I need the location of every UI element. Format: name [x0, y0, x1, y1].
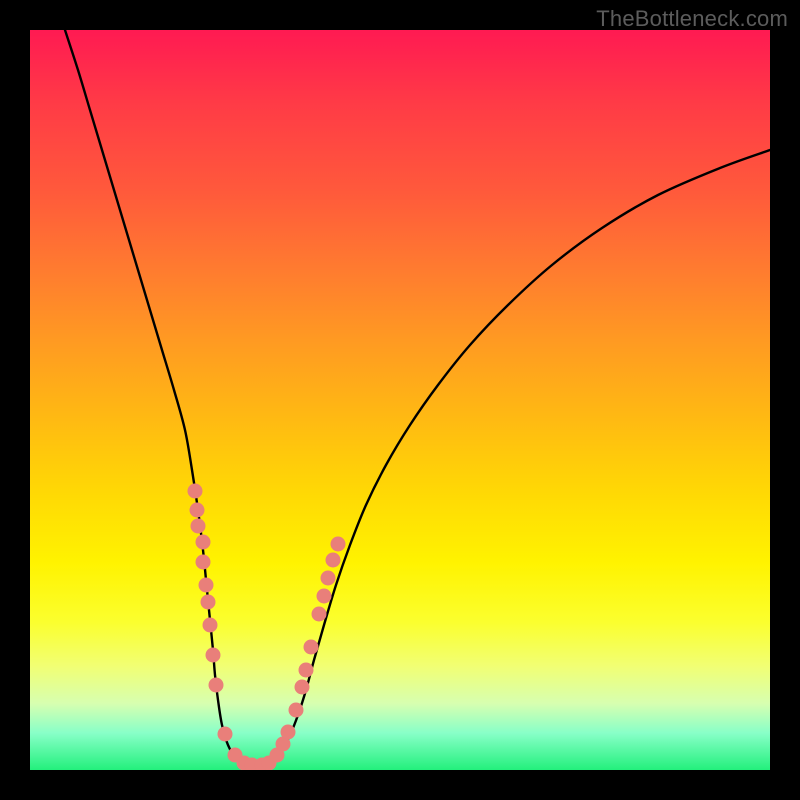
- data-dot: [312, 607, 327, 622]
- data-dot: [321, 571, 336, 586]
- data-dot: [326, 553, 341, 568]
- data-dot: [209, 678, 224, 693]
- data-dot: [191, 519, 206, 534]
- data-dot: [206, 648, 221, 663]
- chart-frame: TheBottleneck.com: [0, 0, 800, 800]
- data-dot: [196, 555, 211, 570]
- data-dot: [199, 578, 214, 593]
- data-dot: [317, 589, 332, 604]
- data-dot: [304, 640, 319, 655]
- data-dot: [299, 663, 314, 678]
- data-dot: [289, 703, 304, 718]
- curve-layer: [30, 30, 770, 770]
- data-dot: [281, 725, 296, 740]
- bottleneck-curve: [65, 30, 770, 767]
- data-dot: [190, 503, 205, 518]
- data-dot: [218, 727, 233, 742]
- data-dot: [196, 535, 211, 550]
- data-dot: [331, 537, 346, 552]
- data-dot: [295, 680, 310, 695]
- data-dot: [201, 595, 216, 610]
- data-dot: [188, 484, 203, 499]
- data-dot: [203, 618, 218, 633]
- curve-dots: [188, 484, 346, 771]
- plot-area: [30, 30, 770, 770]
- watermark-text: TheBottleneck.com: [596, 6, 788, 32]
